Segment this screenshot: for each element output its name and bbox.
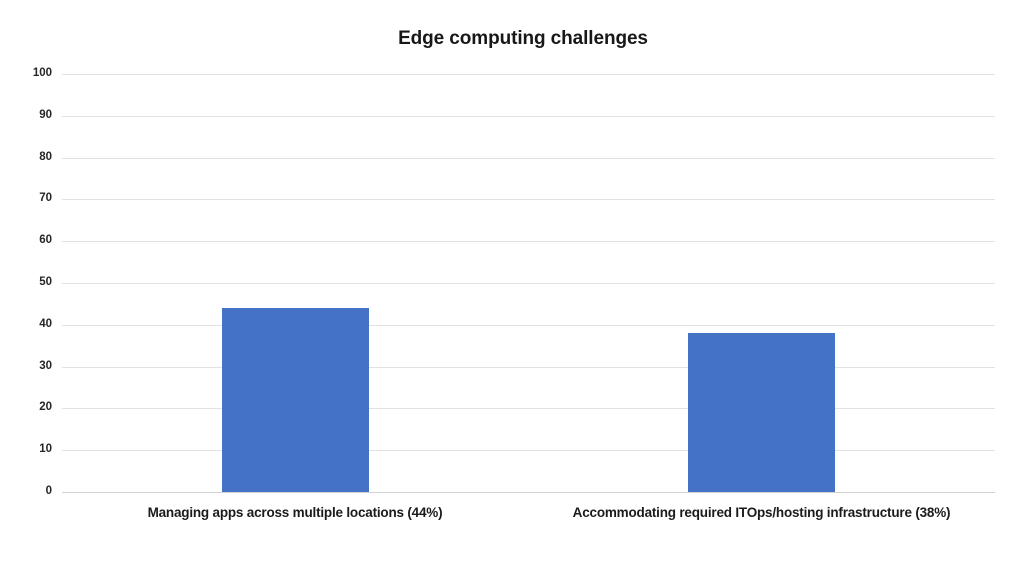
y-axis-tick-label-80: 80	[39, 150, 52, 163]
y-axis: 100 90 80 70 60 50 40 30 20 10 0	[0, 67, 52, 496]
gridline-90	[62, 115, 995, 117]
gridline-0	[62, 492, 995, 493]
x-axis-label-0: Managing apps across multiple locations …	[147, 505, 443, 520]
bar-0	[222, 308, 369, 492]
gridline-80	[62, 157, 995, 159]
gridline-40	[62, 324, 995, 326]
x-axis-category-labels: Managing apps across multiple locations …	[62, 503, 995, 573]
gridline-50	[62, 283, 995, 284]
chart-title: Edge computing challenges	[0, 28, 1024, 50]
y-axis-tick-label-100: 100	[32, 67, 52, 79]
y-axis-tick-label-90: 90	[39, 108, 52, 121]
chart-title-text: Edge computing challenges	[398, 28, 648, 49]
y-axis-tick-label-70: 70	[39, 192, 52, 205]
plot-area	[62, 74, 995, 493]
bar-chart: Edge computing challenges 100 90 80 70 60 50 4…	[0, 0, 1024, 586]
x-axis-label-1: Accommodating required ITOps/hosting inf…	[572, 505, 951, 520]
y-axis-tick-label-0: 0	[45, 485, 52, 497]
y-axis-tick-label-20: 20	[39, 401, 52, 414]
y-axis-tick-label-30: 30	[39, 359, 52, 372]
y-axis-tick-label-10: 10	[39, 443, 52, 456]
gridline-100	[62, 74, 995, 75]
gridline-60	[62, 241, 995, 243]
gridline-10	[62, 450, 995, 452]
y-axis-tick-label-50: 50	[39, 276, 52, 288]
gridline-20	[62, 408, 995, 410]
gridline-70	[62, 199, 995, 201]
bar-1	[688, 333, 835, 492]
y-axis-tick-label-60: 60	[39, 234, 52, 247]
gridline-30	[62, 366, 995, 368]
y-axis-tick-label-40: 40	[39, 317, 52, 330]
